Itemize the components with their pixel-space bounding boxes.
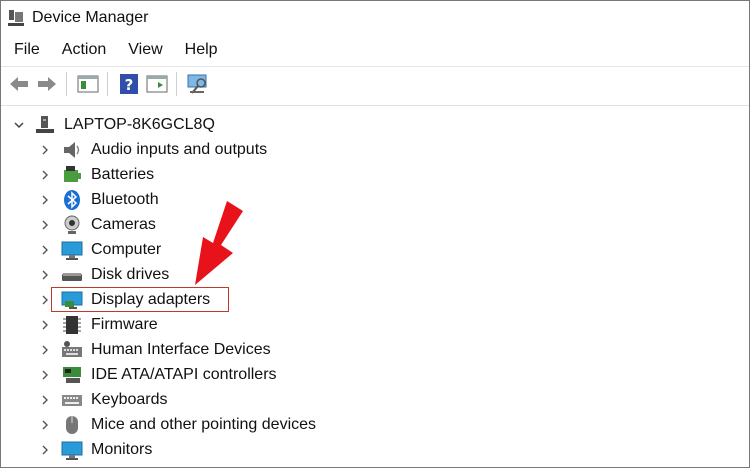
bluetooth-icon bbox=[61, 189, 83, 211]
toolbar-separator bbox=[176, 71, 177, 96]
tree-item-label: Disk drives bbox=[91, 265, 170, 283]
toolbar-separator bbox=[107, 71, 108, 96]
back-button[interactable] bbox=[6, 71, 32, 97]
speaker-icon bbox=[61, 139, 83, 161]
computer-name-label: LAPTOP-8K6GCL8Q bbox=[64, 115, 215, 133]
chevron-right-icon[interactable] bbox=[38, 268, 52, 282]
tree-item-label: Human Interface Devices bbox=[91, 340, 271, 358]
computer-tower-icon bbox=[34, 114, 56, 136]
show-hide-console-tree-button[interactable] bbox=[75, 71, 101, 97]
chevron-right-icon[interactable] bbox=[38, 243, 52, 257]
properties-icon bbox=[146, 75, 168, 92]
disk-drive-icon bbox=[61, 264, 83, 286]
tree-item-monitors[interactable]: Monitors bbox=[1, 437, 749, 462]
chevron-right-icon[interactable] bbox=[38, 343, 52, 357]
tree-item-cameras[interactable]: Cameras bbox=[1, 212, 749, 237]
monitor-icon bbox=[61, 439, 83, 461]
menu-file[interactable]: File bbox=[6, 41, 48, 59]
chevron-right-icon[interactable] bbox=[38, 443, 52, 457]
chevron-right-icon[interactable] bbox=[38, 368, 52, 382]
hid-keyboard-icon bbox=[61, 339, 83, 361]
tree-item-disk-drives[interactable]: Disk drives bbox=[1, 262, 749, 287]
tree-item-audio[interactable]: Audio inputs and outputs bbox=[1, 137, 749, 162]
back-icon bbox=[10, 76, 28, 91]
help-icon: ? bbox=[120, 73, 138, 94]
monitor-icon bbox=[61, 239, 83, 261]
webcam-icon bbox=[61, 214, 83, 236]
menu-action[interactable]: Action bbox=[54, 41, 114, 59]
scan-hardware-button[interactable] bbox=[185, 71, 211, 97]
tree-item-label: Keyboards bbox=[91, 390, 168, 408]
tree-item-mice[interactable]: Mice and other pointing devices bbox=[1, 412, 749, 437]
window-title: Device Manager bbox=[32, 9, 149, 26]
properties-button[interactable] bbox=[144, 71, 170, 97]
keyboard-icon bbox=[61, 389, 83, 411]
device-tree: LAPTOP-8K6GCL8Q Audio inputs and outputs… bbox=[1, 105, 749, 467]
tree-item-ide-ata[interactable]: IDE ATA/ATAPI controllers bbox=[1, 362, 749, 387]
chevron-right-icon[interactable] bbox=[38, 218, 52, 232]
tree-item-label: Batteries bbox=[91, 165, 155, 183]
forward-button[interactable] bbox=[34, 71, 60, 97]
tree-item-label: Monitors bbox=[91, 440, 153, 458]
chevron-right-icon[interactable] bbox=[38, 168, 52, 182]
tree-item-firmware[interactable]: Firmware bbox=[1, 312, 749, 337]
tree-item-bluetooth[interactable]: Bluetooth bbox=[1, 187, 749, 212]
tree-item-label: Cameras bbox=[91, 215, 156, 233]
red-arrow-icon bbox=[195, 201, 243, 285]
tree-root-row[interactable]: LAPTOP-8K6GCL8Q bbox=[1, 112, 749, 137]
chevron-right-icon[interactable] bbox=[38, 293, 52, 307]
highlight-box bbox=[51, 287, 229, 312]
scan-hardware-icon bbox=[187, 74, 207, 94]
tree-item-label: Bluetooth bbox=[91, 190, 159, 208]
help-button[interactable]: ? bbox=[116, 71, 142, 97]
title-bar: Device Manager bbox=[1, 1, 749, 35]
tree-item-keyboards[interactable]: Keyboards bbox=[1, 387, 749, 412]
tree-item-label: IDE ATA/ATAPI controllers bbox=[91, 365, 277, 383]
tree-item-computer[interactable]: Computer bbox=[1, 237, 749, 262]
show-hide-console-tree-icon bbox=[77, 75, 99, 92]
tree-item-label: Audio inputs and outputs bbox=[91, 140, 268, 158]
chip-icon bbox=[61, 314, 83, 336]
device-manager-app-icon bbox=[7, 9, 25, 27]
chevron-right-icon[interactable] bbox=[38, 193, 52, 207]
ide-controller-icon bbox=[61, 364, 83, 386]
tree-item-label: Firmware bbox=[91, 315, 158, 333]
chevron-right-icon[interactable] bbox=[38, 393, 52, 407]
tree-item-hid[interactable]: Human Interface Devices bbox=[1, 337, 749, 362]
device-manager-window: Device Manager File Action View Help ? L… bbox=[0, 0, 750, 468]
menu-view[interactable]: View bbox=[120, 41, 170, 59]
menu-bar: File Action View Help bbox=[1, 37, 749, 63]
mouse-icon bbox=[61, 414, 83, 436]
chevron-right-icon[interactable] bbox=[38, 318, 52, 332]
chevron-right-icon[interactable] bbox=[38, 418, 52, 432]
tree-item-label: Computer bbox=[91, 240, 162, 258]
battery-icon bbox=[61, 164, 83, 186]
toolbar-separator bbox=[66, 71, 67, 96]
tree-item-label: Mice and other pointing devices bbox=[91, 415, 317, 433]
menu-help[interactable]: Help bbox=[177, 41, 226, 59]
forward-icon bbox=[38, 76, 56, 91]
chevron-down-icon[interactable] bbox=[12, 118, 26, 132]
chevron-right-icon[interactable] bbox=[38, 143, 52, 157]
tree-item-batteries[interactable]: Batteries bbox=[1, 162, 749, 187]
svg-text:?: ? bbox=[125, 76, 134, 94]
toolbar: ? bbox=[1, 66, 749, 100]
